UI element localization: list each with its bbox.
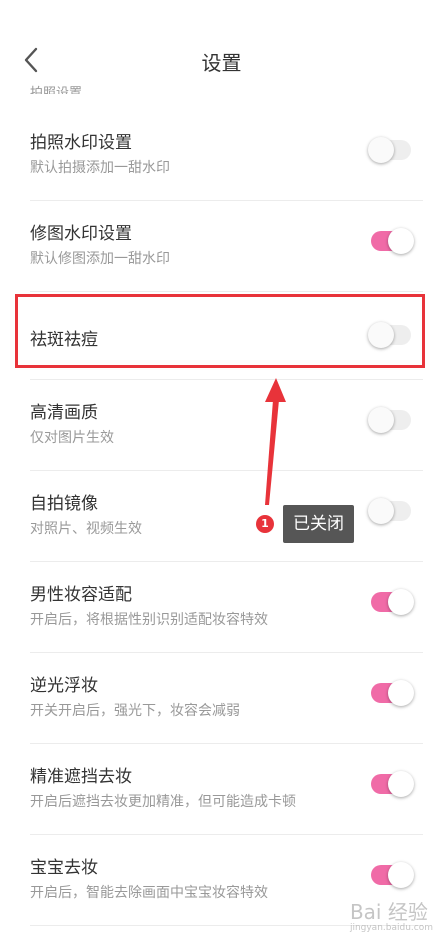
setting-desc: 开启后，智能去除画面中宝宝妆容特效 xyxy=(30,885,268,901)
setting-row-hd-quality[interactable]: 高清画质 仅对图片生效 xyxy=(0,380,443,471)
toggle-knob xyxy=(388,862,414,888)
toggle-switch[interactable] xyxy=(371,228,414,254)
toggle-switch[interactable] xyxy=(368,137,411,163)
setting-name: 修图水印设置 xyxy=(30,224,132,244)
setting-name: 逆光浮妆 xyxy=(30,676,98,696)
watermark-logo: Bai 经验 jingyan.baidu.com xyxy=(350,896,433,933)
section-label-partial: 拍照设置 xyxy=(30,86,83,94)
page-title: 设置 xyxy=(201,51,242,75)
watermark-main: Bai 经验 xyxy=(349,900,428,924)
setting-name: 拍照水印设置 xyxy=(30,133,132,153)
setting-row-occlusion-removal[interactable]: 精准遮挡去妆 开启后遮挡去妆更加精准，但可能造成卡顿 xyxy=(0,744,443,835)
setting-row-edit-watermark[interactable]: 修图水印设置 默认修图添加一甜水印 xyxy=(0,201,443,292)
setting-row-backlight-makeup[interactable]: 逆光浮妆 开关开启后，强光下，妆容会减弱 xyxy=(0,653,443,744)
settings-screen: 设置 拍照设置 拍照水印设置 默认拍摄添加一甜水印 修图水印设置 默认修图添加一… xyxy=(0,0,443,939)
setting-desc: 默认修图添加一甜水印 xyxy=(30,251,170,267)
setting-name: 宝宝去妆 xyxy=(30,858,98,878)
setting-name: 高清画质 xyxy=(30,403,98,423)
setting-desc: 开启后，将根据性别识别适配妆容特效 xyxy=(30,612,268,628)
setting-name: 自拍镜像 xyxy=(30,494,98,514)
toggle-switch[interactable] xyxy=(368,407,411,433)
header-bar: 设置 拍照设置 xyxy=(0,0,443,110)
toggle-switch[interactable] xyxy=(371,680,414,706)
setting-row-selfie-mirror[interactable]: 自拍镜像 对照片、视频生效 xyxy=(0,471,443,562)
annotation-highlight-box xyxy=(15,294,425,368)
setting-row-male-makeup[interactable]: 男性妆容适配 开启后，将根据性别识别适配妆容特效 xyxy=(0,562,443,653)
setting-desc: 仅对图片生效 xyxy=(30,430,114,446)
setting-name: 男性妆容适配 xyxy=(30,585,132,605)
setting-desc: 开启后遮挡去妆更加精准，但可能造成卡顿 xyxy=(30,794,296,810)
setting-name: 精准遮挡去妆 xyxy=(30,767,132,787)
settings-list: 拍照水印设置 默认拍摄添加一甜水印 修图水印设置 默认修图添加一甜水印 祛斑祛痘… xyxy=(0,110,443,926)
watermark-sub: jingyan.baidu.com xyxy=(349,923,433,933)
toggle-knob xyxy=(368,407,394,433)
annotation-label: 已关闭 xyxy=(283,505,354,543)
toggle-switch[interactable] xyxy=(368,498,411,524)
toggle-knob xyxy=(388,680,414,706)
toggle-knob xyxy=(388,228,414,254)
annotation-badge: 1 xyxy=(256,515,274,533)
toggle-switch[interactable] xyxy=(371,771,414,797)
toggle-switch[interactable] xyxy=(371,862,414,888)
toggle-knob xyxy=(368,498,394,524)
toggle-knob xyxy=(388,589,414,615)
toggle-knob xyxy=(368,137,394,163)
toggle-switch[interactable] xyxy=(371,589,414,615)
setting-desc: 对照片、视频生效 xyxy=(30,521,142,537)
setting-row-photo-watermark[interactable]: 拍照水印设置 默认拍摄添加一甜水印 xyxy=(0,110,443,201)
setting-desc: 默认拍摄添加一甜水印 xyxy=(30,160,170,176)
toggle-knob xyxy=(388,771,414,797)
setting-desc: 开关开启后，强光下，妆容会减弱 xyxy=(30,703,240,719)
